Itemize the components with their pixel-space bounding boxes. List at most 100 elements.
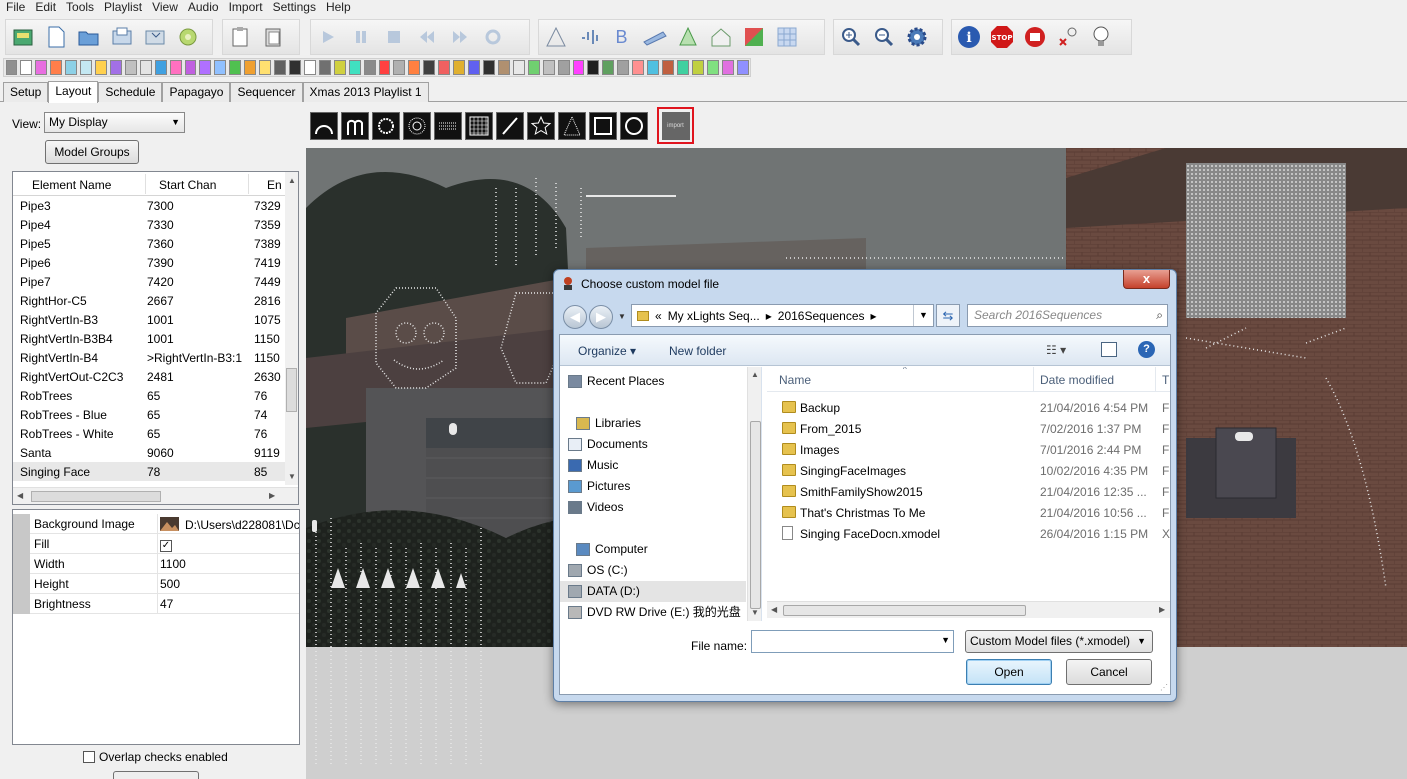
effect-icon[interactable]: [35, 60, 48, 75]
scroll-up-icon[interactable]: ▲: [751, 370, 759, 379]
menu-view[interactable]: View: [147, 0, 183, 16]
model-row[interactable]: Pipe4 7330 7359: [13, 215, 288, 234]
effect-icon[interactable]: [408, 60, 421, 75]
effect-icon[interactable]: [363, 60, 376, 75]
folder-row[interactable]: From_2015 7/02/2016 1:37 PM F: [767, 418, 1170, 439]
effect-icon[interactable]: [512, 60, 525, 75]
open-folder-icon[interactable]: [6, 21, 39, 53]
effect-icon[interactable]: [184, 60, 197, 75]
first-frame-icon[interactable]: [410, 21, 443, 53]
zoom-in-icon[interactable]: [834, 21, 867, 53]
column-header-end-chan[interactable]: En: [267, 178, 282, 192]
tree-icon[interactable]: [671, 21, 704, 53]
circle-outline-icon[interactable]: [620, 112, 648, 140]
effect-icon[interactable]: [706, 60, 719, 75]
effect-icon[interactable]: [468, 60, 480, 75]
menu-edit[interactable]: Edit: [30, 0, 61, 16]
column-header-date-modified[interactable]: Date modified: [1040, 373, 1114, 387]
effect-icon[interactable]: [676, 60, 689, 75]
paste-icon[interactable]: [223, 21, 256, 53]
scroll-thumb[interactable]: [750, 421, 761, 609]
property-value[interactable]: 47: [160, 597, 299, 611]
candy-cane-icon[interactable]: [341, 112, 369, 140]
grid-icon[interactable]: [465, 112, 493, 140]
menu-import[interactable]: Import: [224, 0, 268, 16]
search-input[interactable]: Search 2016Sequences ⌕: [967, 304, 1168, 327]
replay-icon[interactable]: [476, 21, 509, 53]
effect-icon[interactable]: [602, 60, 615, 75]
column-divider[interactable]: [248, 174, 249, 194]
effect-icon[interactable]: [378, 60, 391, 75]
menu-help[interactable]: Help: [321, 0, 356, 16]
effect-icon[interactable]: [572, 60, 585, 75]
model-groups-button[interactable]: Model Groups: [45, 140, 139, 164]
effect-icon[interactable]: [557, 60, 570, 75]
breadcrumb-2016sequences[interactable]: 2016Sequences: [778, 309, 865, 323]
model-row[interactable]: Pipe7 7420 7449: [13, 272, 288, 291]
view-options-icon[interactable]: ☷ ▾: [1046, 343, 1066, 357]
menu-file[interactable]: File: [0, 0, 30, 16]
info-icon[interactable]: i: [952, 21, 985, 53]
scroll-thumb[interactable]: [31, 491, 161, 502]
back-button[interactable]: ◀: [563, 305, 587, 329]
nav-item[interactable]: OS (C:): [560, 560, 746, 581]
effect-icon[interactable]: [139, 60, 152, 75]
effect-icon[interactable]: [95, 60, 107, 75]
settings-icon[interactable]: [900, 21, 933, 53]
effect-icon[interactable]: [587, 60, 600, 75]
effect-icon[interactable]: [109, 60, 122, 75]
breadcrumb-separator[interactable]: ▸: [766, 309, 772, 323]
effect-icon[interactable]: [244, 60, 257, 75]
column-header-type[interactable]: T: [1162, 373, 1169, 387]
model-row[interactable]: RightVertOut-C2C3 2481 2630: [13, 367, 288, 386]
new-folder-button[interactable]: New folder: [669, 344, 726, 358]
property-row[interactable]: Fill ✓: [13, 534, 299, 554]
star-wreath-icon[interactable]: [403, 112, 431, 140]
circle-icon[interactable]: [372, 112, 400, 140]
preview-pane-icon[interactable]: [1101, 342, 1117, 357]
tab-sequencer[interactable]: Sequencer: [230, 82, 303, 102]
nav-item[interactable]: Music: [560, 455, 746, 476]
model-row[interactable]: Santa 9060 9119: [13, 443, 288, 462]
effect-icon[interactable]: [289, 60, 301, 75]
tree-icon[interactable]: [558, 112, 586, 140]
column-header-start-chan[interactable]: Start Chan: [159, 178, 216, 192]
grid-icon[interactable]: [770, 21, 803, 53]
effect-icon[interactable]: [721, 60, 734, 75]
search-icon[interactable]: ⌕: [1156, 305, 1163, 326]
nav-item[interactable]: DVD RW Drive (E:) 我的光盘: [560, 602, 746, 621]
property-value[interactable]: 1100: [160, 557, 299, 571]
property-row[interactable]: Width 1100: [13, 554, 299, 574]
file-name-input[interactable]: ▼: [751, 630, 954, 653]
view-select[interactable]: My Display ▼: [44, 112, 185, 133]
checkbox-icon[interactable]: ✓: [160, 540, 172, 552]
nav-item[interactable]: Videos: [560, 497, 746, 518]
matrix-icon[interactable]: [434, 112, 462, 140]
scroll-right-icon[interactable]: ▶: [269, 491, 275, 500]
column-divider[interactable]: [145, 174, 146, 194]
scroll-down-icon[interactable]: ▼: [288, 472, 296, 481]
cancel-button[interactable]: Cancel: [1066, 659, 1152, 685]
effect-icon[interactable]: [527, 60, 540, 75]
stop-icon[interactable]: [377, 21, 410, 53]
model-row[interactable]: RightVertIn-B3 1001 1075: [13, 310, 288, 329]
bottom-button[interactable]: [113, 771, 199, 779]
effect-icon[interactable]: [154, 60, 167, 75]
square-icon[interactable]: [589, 112, 617, 140]
model-row[interactable]: RightHor-C5 2667 2816: [13, 291, 288, 310]
model-row[interactable]: RightVertIn-B4 >RightVertIn-B3:1 1150: [13, 348, 288, 367]
star-icon[interactable]: [527, 112, 555, 140]
tab-schedule[interactable]: Schedule: [98, 82, 163, 102]
file-type-select[interactable]: Custom Model files (*.xmodel) ▼: [965, 630, 1153, 653]
pause-icon[interactable]: [344, 21, 377, 53]
effect-icon[interactable]: [303, 60, 316, 75]
effect-icon[interactable]: [632, 60, 645, 75]
property-row[interactable]: Brightness 47: [13, 594, 299, 614]
folder-row[interactable]: That's Christmas To Me 21/04/2016 10:56 .…: [767, 502, 1170, 523]
model-list-hscroll[interactable]: ◀ ▶: [13, 487, 298, 504]
nav-item[interactable]: Libraries: [560, 413, 746, 434]
effect-icon[interactable]: [736, 60, 749, 75]
effect-icon[interactable]: [393, 60, 406, 75]
model-row[interactable]: Pipe3 7300 7329: [13, 196, 288, 215]
effect-icon[interactable]: [80, 60, 93, 75]
